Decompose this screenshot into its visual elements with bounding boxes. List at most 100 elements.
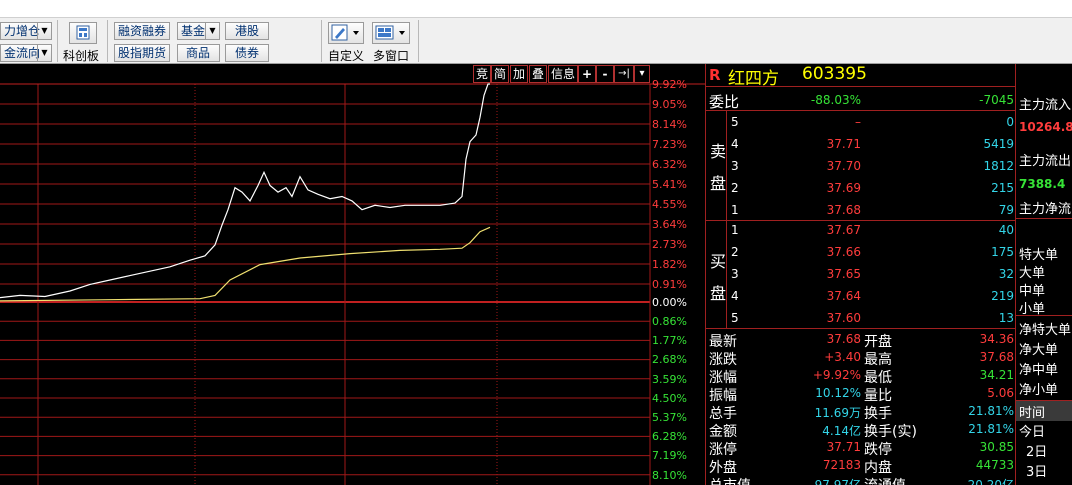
buy-price[interactable]: 37.65 xyxy=(827,267,861,281)
sell-price[interactable]: 37.68 xyxy=(827,203,861,217)
buy-price[interactable]: 37.67 xyxy=(827,223,861,237)
kcb-button[interactable] xyxy=(69,22,97,44)
sell-level: 4 xyxy=(731,137,739,151)
sell-price[interactable]: 37.69 xyxy=(827,181,861,195)
stat-value: 34.21 xyxy=(979,368,1014,382)
flow-day-label[interactable]: 2日 xyxy=(1026,441,1047,460)
margin-trading-button[interactable]: 融资融券 xyxy=(114,22,170,40)
chevron-down-icon[interactable]: ▾ xyxy=(634,65,650,83)
commodity-button[interactable]: 商品 xyxy=(177,44,220,62)
webi-label: 委比 xyxy=(709,93,740,111)
flow-net-label: 净大单 xyxy=(1019,343,1059,358)
sell-price[interactable]: 37.70 xyxy=(827,159,861,173)
buy-level: 2 xyxy=(731,245,739,259)
divider xyxy=(706,110,1016,111)
jump-end-icon[interactable]: →| xyxy=(614,65,634,83)
bond-button[interactable]: 债券 xyxy=(225,44,269,62)
pct-label-down: 3.59% xyxy=(652,372,687,386)
sell-price[interactable]: – xyxy=(855,115,861,129)
sell-volume: 5419 xyxy=(983,137,1014,151)
stat-value: 37.71 xyxy=(826,440,861,454)
pct-label-down: 6.28% xyxy=(652,430,687,444)
kcb-icon xyxy=(76,25,90,40)
pct-label-up: 4.55% xyxy=(652,198,687,211)
multi-window-label: 多窗口 xyxy=(373,49,410,63)
zoom-out-icon[interactable]: - xyxy=(596,65,614,83)
stat-value: 34.36 xyxy=(979,332,1014,346)
buy-price[interactable]: 37.60 xyxy=(827,311,861,325)
pct-label-down: 0.86% xyxy=(652,315,687,328)
buy-price[interactable]: 37.64 xyxy=(827,289,861,303)
divider xyxy=(706,220,1016,221)
sell-price[interactable]: 37.71 xyxy=(827,137,861,151)
buy-level: 3 xyxy=(731,267,739,281)
pct-label-up: 9.05% xyxy=(652,98,687,111)
zoom-in-icon[interactable]: + xyxy=(578,65,596,83)
tool-info-button[interactable]: 信息 xyxy=(548,65,578,83)
pct-label-up: 0.91% xyxy=(652,278,687,291)
fund-dropdown[interactable]: 基金 ▼ xyxy=(177,22,220,40)
tool-simple-button[interactable]: 简 xyxy=(491,65,509,83)
stat-label: 换手 xyxy=(864,406,892,422)
divider xyxy=(726,110,727,220)
toolbar-separator xyxy=(418,20,419,62)
intraday-chart[interactable]: 竞 简 加 叠 信息 + - →| ▾ 9.92% 9.05% 8.14% 7.23%… xyxy=(0,64,705,485)
buy-label-top: 买 xyxy=(710,252,727,271)
tool-add-button[interactable]: 加 xyxy=(510,65,528,83)
buy-level: 4 xyxy=(731,289,739,303)
divider xyxy=(1016,218,1072,219)
time-label: 时间 xyxy=(1019,406,1046,421)
main-in-label: 主力流入 xyxy=(1019,98,1072,113)
flow-day-label[interactable]: 今日 xyxy=(1019,421,1045,440)
stat-label: 涨幅 xyxy=(709,370,737,386)
index-futures-button[interactable]: 股指期货 xyxy=(114,44,170,62)
stat-value: 21.81% xyxy=(968,422,1014,436)
pct-label-down: 2.68% xyxy=(652,353,687,367)
quote-panel: R 红四方 603395 委比 -88.03% -7045 卖 盘 5–0 4 37… xyxy=(705,64,1016,485)
stat-value: +3.40 xyxy=(824,350,861,364)
webi-pct: -88.03% xyxy=(810,93,861,107)
custom-label: 自定义 xyxy=(328,49,365,63)
buy-volume: 13 xyxy=(998,311,1014,325)
multi-window-button[interactable] xyxy=(372,22,410,44)
stock-code: 603395 xyxy=(802,64,867,84)
stat-value: 20.20亿 xyxy=(967,478,1014,485)
buy-level: 5 xyxy=(731,311,739,325)
stat-value: 72183 xyxy=(822,458,861,472)
flow-net-label: 净中单 xyxy=(1019,363,1059,378)
pct-label-down: 8.10% xyxy=(652,468,687,482)
tool-overlay-button[interactable]: 叠 xyxy=(529,65,547,83)
pct-label-up: 9.92% xyxy=(652,78,687,91)
sell-level: 3 xyxy=(731,159,739,173)
fund-flow-label: 金流向 xyxy=(4,46,41,60)
pct-label-zero: 0.00% xyxy=(652,296,687,309)
stat-label: 外盘 xyxy=(709,460,737,476)
sell-level: 2 xyxy=(731,181,739,195)
fund-flow-panel: 主力流入 10264.8 主力流出 7388.4 主力净流 特大单 大单 中单 小单 … xyxy=(1015,64,1072,485)
flow-day-label[interactable]: 5日 xyxy=(1026,481,1047,485)
fund-label: 基金 xyxy=(181,24,206,38)
sell-volume: 215 xyxy=(991,181,1014,195)
stat-value: 97.97亿 xyxy=(814,478,861,485)
pct-label-down: 4.50% xyxy=(652,391,687,405)
stat-label: 总手 xyxy=(709,406,737,422)
fund-flow-dropdown[interactable]: 金流向 ▼ xyxy=(0,44,52,62)
flow-day-label[interactable]: 3日 xyxy=(1026,461,1047,480)
main-out-label: 主力流出 xyxy=(1019,154,1072,169)
buy-price[interactable]: 37.66 xyxy=(827,245,861,259)
pct-label-down: 7.19% xyxy=(652,449,687,463)
stat-label: 金额 xyxy=(709,424,737,440)
stat-label: 最新 xyxy=(709,334,737,350)
main-increase-dropdown[interactable]: 力增仓 ▼ xyxy=(0,22,52,40)
custom-button[interactable] xyxy=(328,22,364,44)
main-increase-label: 力增仓 xyxy=(4,24,41,38)
hk-stock-button[interactable]: 港股 xyxy=(225,22,269,40)
pct-label-down: 1.77% xyxy=(652,334,687,348)
divider xyxy=(726,220,727,328)
divider xyxy=(706,328,1016,329)
multi-window-icon xyxy=(375,25,405,40)
flow-size-label: 特大单 xyxy=(1019,248,1059,263)
main-out-value: 7388.4 xyxy=(1019,177,1066,191)
sell-volume: 79 xyxy=(998,203,1014,217)
tool-auction-button[interactable]: 竞 xyxy=(473,65,491,83)
